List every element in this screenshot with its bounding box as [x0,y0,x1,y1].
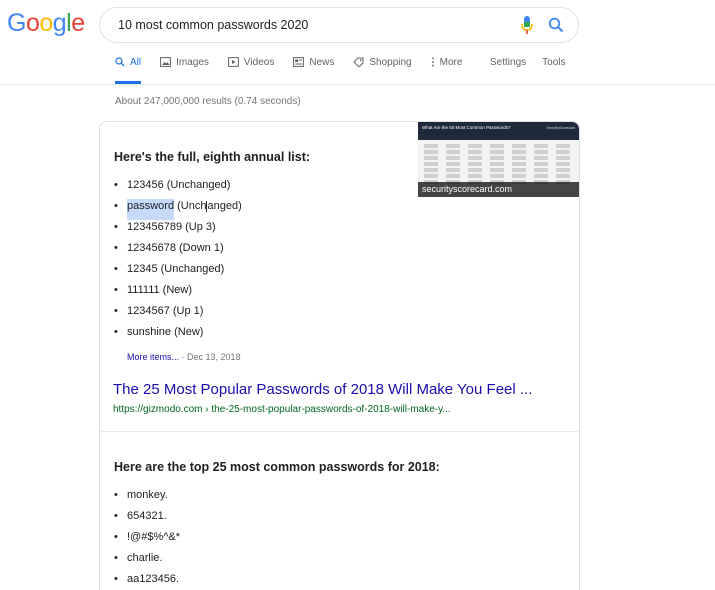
bullet: • [114,200,118,212]
thumbnail-table [424,144,574,186]
thumbnail-caption: securityscorecard.com [418,182,579,197]
logo-letter: o [39,9,53,37]
tag-icon [353,57,364,67]
thumbnail-row [424,174,574,178]
tab-news[interactable]: News [293,57,334,84]
snippet-heading: Here's the full, eighth annual list: [114,150,311,164]
thumbnail-brand: SecurityScorecard [546,126,575,130]
list-item-text: 111111 (New) [127,284,193,296]
thumbnail-header: What Are the 50 Most Common Passwords? S… [418,122,579,140]
result-title-link[interactable]: The 25 Most Popular Passwords of 2018 Wi… [113,381,532,398]
snippet-heading: Here are the top 25 most common password… [114,460,440,474]
list-item-text: aa123456. [127,573,179,585]
thumbnail-row [424,150,574,154]
list-item-text: 12345 (Unchanged) [127,263,225,275]
bullet: • [114,242,118,254]
tab-label: News [309,57,335,68]
list-item-text-rest: anged) [207,200,242,212]
tab-videos[interactable]: Videos [228,57,274,84]
search-options: Settings Tools [490,57,582,68]
logo-letter: g [52,9,67,37]
tab-shopping[interactable]: Shopping [353,57,412,84]
list-item: • 654321. [114,509,180,530]
settings-link[interactable]: Settings [490,57,526,68]
list-item: • 12345678 (Down 1) [114,241,242,262]
tab-label: Shopping [369,57,412,68]
list-item-text: charlie. [127,552,163,564]
list-item-text: 123456789 (Up 3) [127,221,216,233]
bullet: • [114,305,118,317]
logo-letter: G [7,9,26,37]
bullet: • [114,573,118,585]
list-item: • password (Unch anged) [114,199,242,220]
snippet-list: • 123456 (Unchanged) • password (Unch anged… [114,178,242,346]
tab-label: All [130,57,142,68]
list-item-text: 12345678 (Down 1) [127,242,224,254]
logo-letter: o [25,9,40,37]
list-item: • 111111 (New) [114,283,242,304]
more-vertical-icon [431,57,434,67]
list-item-text: 1234567 (Up 1) [127,305,204,317]
list-item-text-rest: (Unch [174,200,207,212]
list-item: • 1234567 (Up 1) [114,304,242,325]
list-item: • 123456789 (Up 3) [114,220,242,241]
list-item: • aa123456. [114,572,180,590]
tab-label: Images [176,57,209,68]
snippet-list: • monkey. • 654321. • !@#$%^&* • charlie. • a… [114,488,180,590]
thumbnail-row [424,156,574,160]
list-item: • charlie. [114,551,180,572]
search-icon[interactable] [548,17,564,33]
selected-text: password [127,199,175,220]
snippet-date: Dec 13, 2018 [187,352,241,362]
more-items-link[interactable]: More items... [127,352,179,362]
bullet: • [114,284,118,296]
bullet: • [114,179,118,191]
search-icon [115,57,125,67]
tab-label: More [439,57,463,68]
list-item: • sunshine (New) [114,325,242,346]
search-box[interactable]: 10 most common passwords 2020 [99,7,579,43]
list-item: • !@#$%^&* [114,530,180,551]
image-icon [160,57,172,67]
bullet: • [114,326,118,338]
list-item-text: monkey. [127,489,168,501]
list-item: • monkey. [114,488,180,509]
thumbnail-row [424,162,574,166]
tab-all[interactable]: All [115,57,142,84]
bullet: • [114,552,118,564]
tab-label: Videos [243,57,275,68]
more-items-row: More items... · Dec 13, 2018 [127,352,241,362]
list-item-text: 123456 (Unchanged) [127,179,231,191]
google-logo[interactable]: Google [7,9,85,38]
list-item-text: !@#$%^&* [127,531,181,543]
thumbnail-row [424,168,574,172]
bullet: • [114,489,118,501]
bullet: • [114,263,118,275]
tools-link[interactable]: Tools [542,57,565,68]
tab-more[interactable]: More [431,57,463,84]
search-input[interactable]: 10 most common passwords 2020 [118,18,520,32]
thumbnail-row [424,144,574,148]
header-divider [0,84,715,85]
snippet-thumbnail[interactable]: What Are the 50 Most Common Passwords? S… [418,122,579,197]
snippet-divider [100,431,579,432]
bullet: • [114,510,118,522]
list-item-text: sunshine (New) [127,326,204,338]
list-item: • 123456 (Unchanged) [114,178,242,199]
microphone-icon[interactable] [520,16,534,34]
search-tabs: All Images Videos News Shopping More [115,57,481,84]
tab-images[interactable]: Images [160,57,209,84]
result-url[interactable]: https://gizmodo.com › the-25-most-popula… [113,404,451,415]
bullet: • [114,221,118,233]
logo-letter: e [71,9,85,37]
bullet: • [114,531,118,543]
list-item-text: 654321. [127,510,167,522]
thumbnail-title: What Are the 50 Most Common Passwords? [422,125,511,130]
news-icon [293,57,305,67]
list-item: • 12345 (Unchanged) [114,262,242,283]
video-icon [228,57,239,67]
result-stats: About 247,000,000 results (0.74 seconds) [115,96,301,107]
